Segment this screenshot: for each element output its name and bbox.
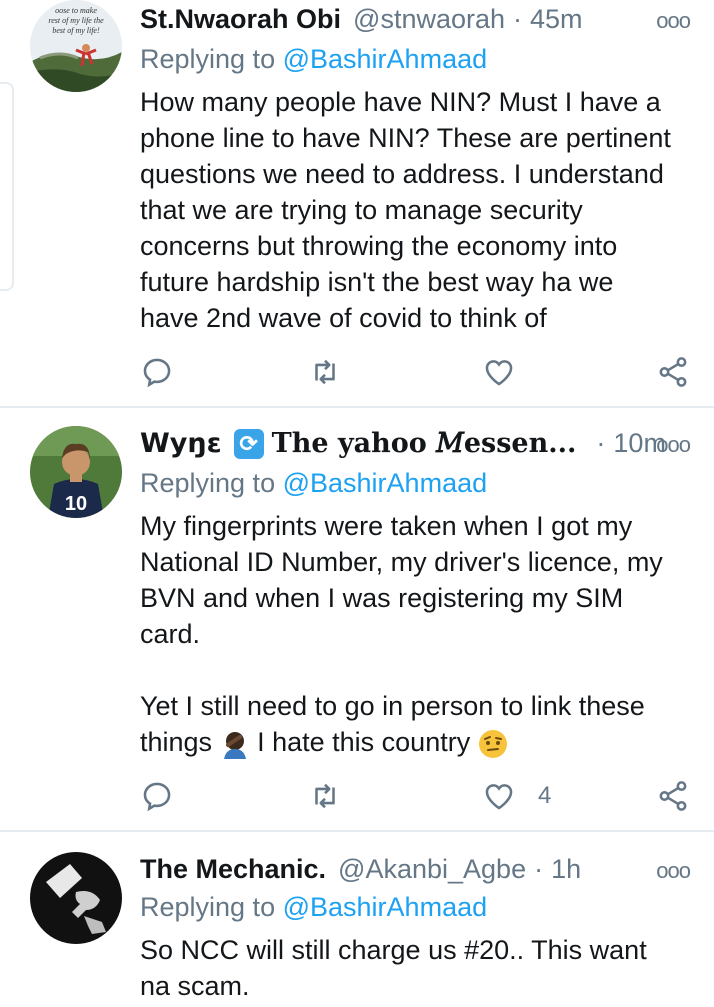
tweet-header: St.Nwaorah Obi @stnwaorah · 45m [140,4,694,38]
mention-link[interactable]: @BashirAhmaad [283,44,488,74]
tweet-text-line: BVN and when I was registering my SIM [140,583,624,613]
tweet-text-line: Yet I still need to go in person to link… [140,691,645,721]
reply-icon [143,358,171,388]
display-name[interactable]: Wyŋɛ ⟳ The yahoo 𝑀essen... [140,428,576,459]
replying-to: Replying to @BashirAhmaad [140,892,487,923]
tweet-text-line [140,652,700,688]
tweet-text-line: concerns but throwing the economy into [140,231,618,261]
separator-dot: · [596,428,606,458]
share-button[interactable] [656,776,690,816]
avatar-caption-3: best of my life! [52,26,100,35]
avatar-caption-1: oose to make [55,6,97,15]
avatar-image: oose to make rest of my life the best of… [30,0,122,92]
avatar-caption-2: rest of my life the [48,16,104,25]
jersey-number: 10 [65,493,87,515]
tweet-text-line: National ID Number, my driver's licence,… [140,547,663,577]
tweet[interactable]: oose to make rest of my life the best of… [0,0,714,405]
like-button[interactable] [482,352,516,392]
avatar[interactable]: oose to make rest of my life the best of… [30,0,122,92]
replying-to-label: Replying to [140,44,276,74]
tweet-text-line: that we are trying to manage security [140,195,583,225]
share-icon [659,357,687,387]
tweet-text-line: na scam. [140,971,250,1001]
reply-button[interactable] [140,776,174,816]
share-icon [659,781,687,811]
display-name-part: Wyŋɛ [140,428,222,459]
mention-link[interactable]: @BashirAhmaad [283,892,488,922]
repeat-badge-icon: ⟳ [233,428,264,459]
tweet-text-line: How many people have NIN? Must I have a [140,87,661,117]
share-button[interactable] [656,352,690,392]
tweet-header: Wyŋɛ ⟳ The yahoo 𝑀essen... · 10m [140,428,694,462]
tweet-header: The Mechanic. @Akanbi_Agbe · 1h [140,854,694,888]
user-handle[interactable]: @Akanbi_Agbe [338,854,526,885]
tweet-text-line: things I hate this country [140,724,700,760]
tweet-text-line: phone line to have NIN? These are pertin… [140,123,671,153]
display-name-part: The yahoo 𝑀essen... [271,428,577,459]
separator-dot: · [513,4,523,34]
avatar[interactable]: 10 [30,426,122,518]
tweet-text: So NCC will still charge us #20.. This w… [140,932,700,1004]
tweet-text-fragment: things [140,727,213,757]
replying-to: Replying to @BashirAhmaad [140,468,487,499]
display-name[interactable]: St.Nwaorah Obi [140,4,341,35]
replying-to-label: Replying to [140,468,276,498]
tweet-actions [140,352,700,392]
heart-icon [485,360,513,386]
timestamp[interactable]: 1h [551,854,581,885]
separator-dot: · [534,854,544,884]
like-count: 4 [538,782,552,809]
tweet-text-line: have 2nd wave of covid to think of [140,303,547,333]
retweet-button[interactable] [308,776,342,816]
replying-to: Replying to @BashirAhmaad [140,44,487,75]
tweet-text: My fingerprints were taken when I got my… [140,508,700,760]
heart-icon [485,784,513,810]
mention-link[interactable]: @BashirAhmaad [283,468,488,498]
tweet-text-fragment: I hate this country [257,727,478,757]
raised-eyebrow-emoji-icon [478,729,507,758]
display-name[interactable]: The Mechanic. [140,854,326,885]
tweet-text-line: My fingerprints were taken when I got my [140,511,633,541]
timestamp[interactable]: 45m [530,4,583,35]
tweet[interactable]: 10 Wyŋɛ ⟳ The yahoo 𝑀essen... · 10m ooo … [0,408,714,828]
tweet-text-line: So NCC will still charge us #20.. This w… [140,935,647,965]
reply-button[interactable] [140,352,174,392]
avatar[interactable] [30,852,122,944]
retweet-icon [315,359,335,385]
avatar-image [30,852,122,944]
tweet[interactable]: The Mechanic. @Akanbi_Agbe · 1h ooo Repl… [0,832,714,1007]
user-handle[interactable]: @stnwaorah [353,4,505,35]
more-options-icon[interactable]: ooo [656,858,691,884]
avatar-image: 10 [30,426,122,518]
retweet-icon [315,783,335,809]
tweet-actions: 4 [140,776,700,816]
facepalm-emoji-icon [223,731,246,759]
tweet-text: How many people have NIN? Must I have a … [140,84,700,336]
replying-to-label: Replying to [140,892,276,922]
tweet-text-line: card. [140,619,201,649]
more-options-icon[interactable]: ooo [656,8,691,34]
retweet-button[interactable] [308,352,342,392]
reply-icon [143,782,171,812]
tweet-text-line: questions we need to address. I understa… [140,159,664,189]
more-options-icon[interactable]: ooo [656,432,691,458]
like-button[interactable]: 4 [482,776,551,816]
tweet-text-line: future hardship isn't the best way ha we [140,267,614,297]
